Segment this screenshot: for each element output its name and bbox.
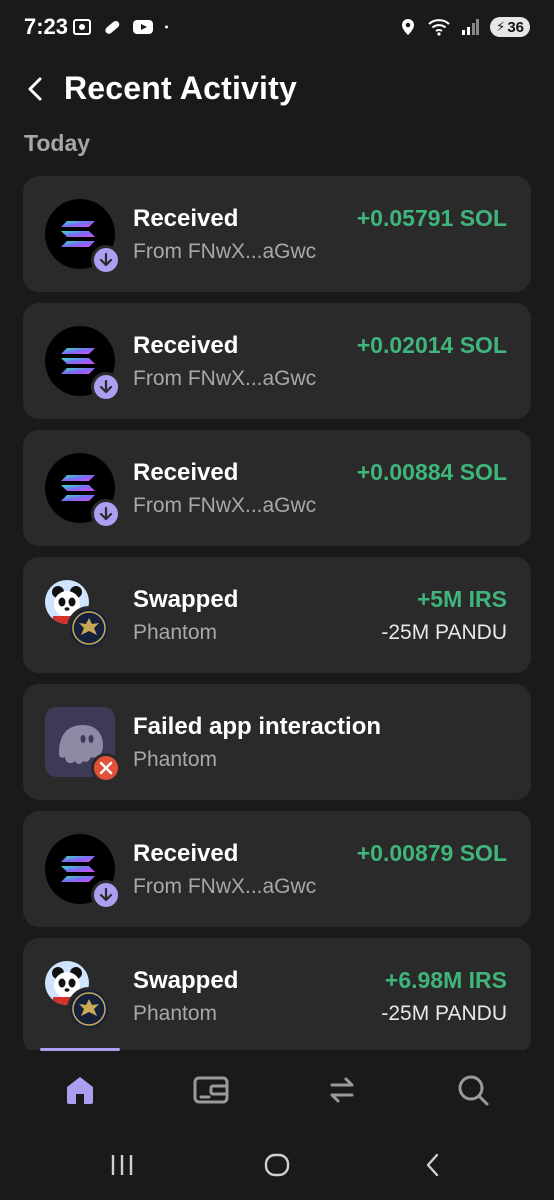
header: Recent Activity	[0, 64, 554, 114]
status-bar: 7:23 ⚡ 36	[0, 0, 554, 54]
arrow-down-icon	[91, 372, 121, 402]
screenshot-icon	[73, 19, 91, 35]
home-button-icon[interactable]	[262, 1150, 292, 1180]
swap-token-pair	[45, 961, 115, 1031]
activity-title: Failed app interaction	[133, 713, 382, 740]
youtube-icon	[133, 20, 153, 34]
activity-title: Swapped	[133, 586, 239, 613]
solana-token-icon	[45, 453, 121, 529]
activity-amount: +0.05791 SOL	[356, 205, 507, 231]
activity-item-swapped[interactable]: Swapped Phantom +5M IRS -25M PANDU	[23, 557, 531, 673]
eagle-seal-token-icon	[67, 987, 111, 1031]
activity-title: Swapped	[133, 967, 239, 994]
activity-subtitle: From FNwX...aGwc	[133, 875, 317, 898]
solana-token-icon	[45, 834, 121, 910]
recent-apps-icon[interactable]	[107, 1150, 137, 1180]
location-icon	[402, 19, 415, 35]
dot-icon	[165, 25, 168, 29]
activity-title: Received	[133, 205, 239, 232]
activity-item-failed[interactable]: Failed app interaction Phantom	[23, 684, 531, 800]
activity-subtitle: Phantom	[133, 1002, 218, 1025]
pill-icon	[105, 20, 120, 34]
wallet-card-icon[interactable]	[191, 1070, 231, 1110]
activity-amount: +6.98M IRS	[384, 967, 507, 993]
search-icon[interactable]	[453, 1070, 493, 1110]
battery-level: 36	[507, 18, 524, 36]
activity-secondary-amount: -25M PANDU	[381, 621, 507, 644]
activity-amount: +0.00879 SOL	[356, 840, 507, 866]
back-button[interactable]	[20, 72, 54, 106]
activity-subtitle: Phantom	[133, 748, 218, 771]
phantom-app-icon	[45, 707, 121, 783]
error-x-icon	[91, 753, 121, 783]
status-time: 7:23	[24, 14, 69, 39]
status-system-icons: ⚡ 36	[398, 14, 530, 40]
arrow-down-icon	[91, 880, 121, 910]
battery-icon: ⚡ 36	[490, 17, 530, 37]
arrow-down-icon	[91, 245, 121, 275]
activity-amount: +5M IRS	[416, 586, 507, 612]
activity-item-received[interactable]: Received From FNwX...aGwc +0.00884 SOL	[23, 430, 531, 546]
active-tab-indicator	[40, 1048, 120, 1051]
activity-subtitle: From FNwX...aGwc	[133, 494, 317, 517]
solana-token-icon	[45, 199, 121, 275]
activity-amount: +0.00884 SOL	[356, 459, 507, 485]
activity-item-received[interactable]: Received From FNwX...aGwc +0.05791 SOL	[23, 176, 531, 292]
activity-title: Received	[133, 459, 239, 486]
activity-item-received[interactable]: Received From FNwX...aGwc +0.02014 SOL	[23, 303, 531, 419]
swap-arrows-icon[interactable]	[322, 1070, 362, 1110]
bottom-nav	[0, 1052, 554, 1128]
page-title: Recent Activity	[64, 70, 297, 106]
arrow-down-icon	[91, 499, 121, 529]
system-back-icon[interactable]	[418, 1150, 448, 1180]
activity-title: Received	[133, 840, 239, 867]
system-nav-bar	[0, 1128, 554, 1200]
home-icon[interactable]	[60, 1070, 100, 1110]
eagle-seal-token-icon	[67, 606, 111, 650]
activity-title: Received	[133, 332, 239, 359]
activity-list[interactable]: Received From FNwX...aGwc +0.05791 SOL R…	[23, 176, 531, 1050]
activity-item-received[interactable]: Received From FNwX...aGwc +0.00879 SOL	[23, 811, 531, 927]
section-label-today: Today	[24, 130, 91, 156]
activity-secondary-amount: -25M PANDU	[381, 1002, 507, 1025]
solana-token-icon	[45, 326, 121, 402]
swap-token-pair	[45, 580, 115, 650]
activity-amount: +0.02014 SOL	[356, 332, 507, 358]
activity-subtitle: From FNwX...aGwc	[133, 240, 317, 263]
activity-item-swapped[interactable]: Swapped Phantom +6.98M IRS -25M PANDU	[23, 938, 531, 1050]
wifi-icon	[428, 19, 450, 36]
signal-icon	[462, 19, 480, 35]
activity-subtitle: Phantom	[133, 621, 218, 644]
status-notification-icons	[72, 14, 174, 40]
activity-subtitle: From FNwX...aGwc	[133, 367, 317, 390]
